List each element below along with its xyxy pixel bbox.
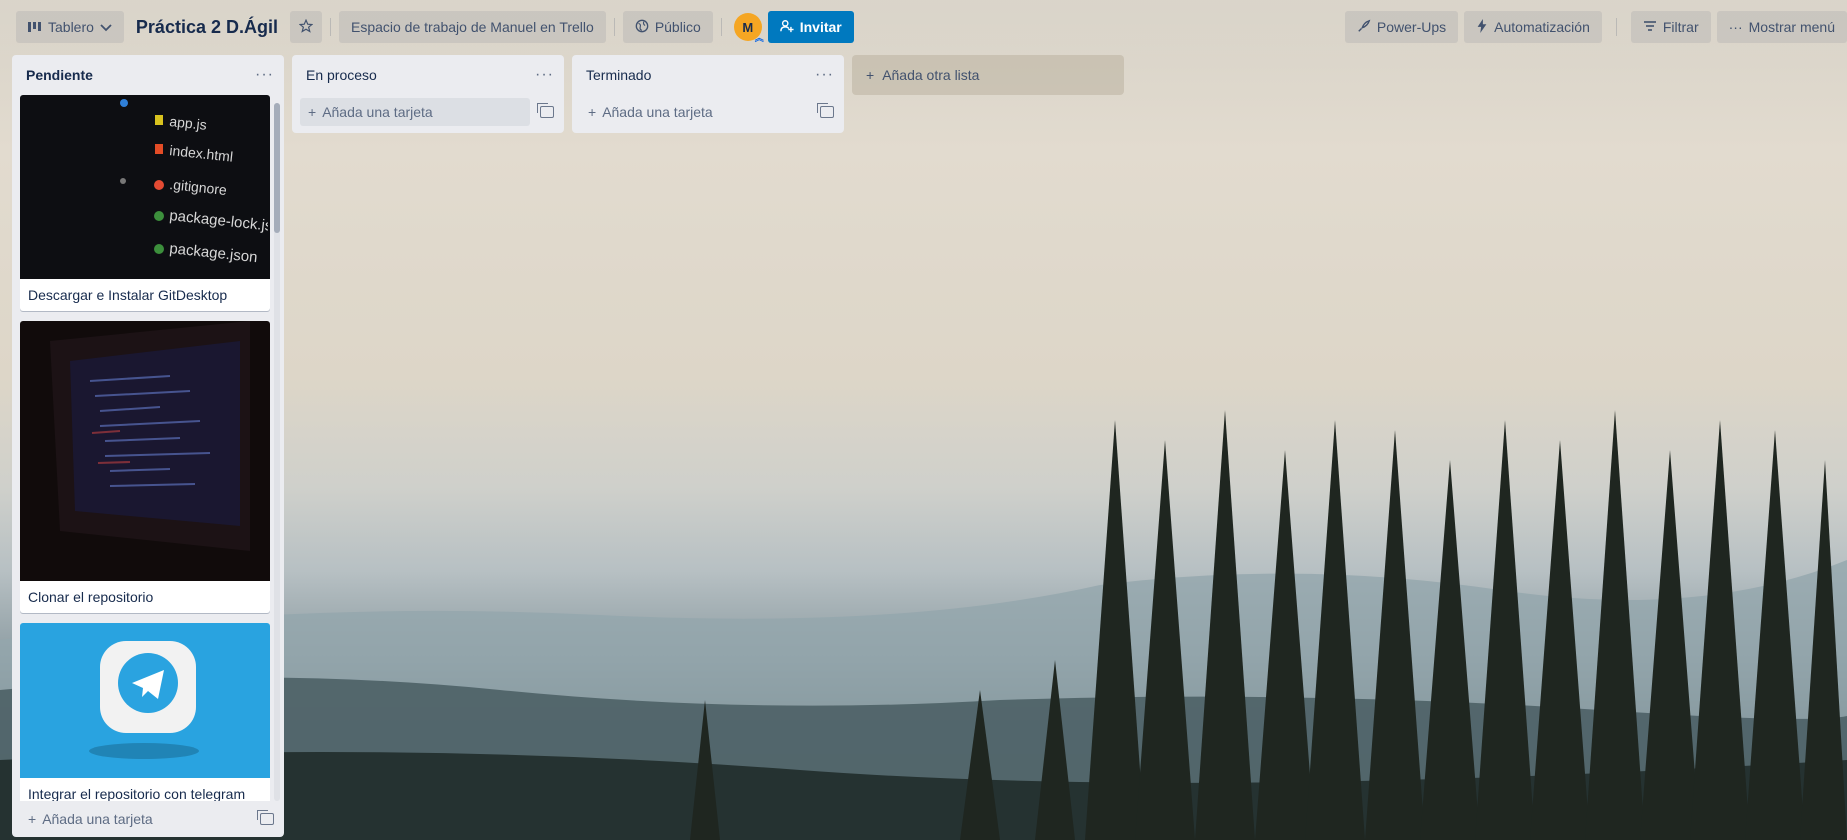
power-ups-button[interactable]: Power-Ups bbox=[1344, 11, 1459, 43]
plus-icon: + bbox=[866, 67, 875, 83]
list-title[interactable]: Terminado bbox=[586, 67, 651, 83]
view-switcher-label: Tablero bbox=[48, 19, 94, 35]
card-cover-image: app.js index.html .gitignore package-loc… bbox=[20, 95, 270, 279]
add-card-label: Añada una tarjeta bbox=[602, 104, 713, 120]
add-list-button[interactable]: + Añada otra lista bbox=[852, 55, 1124, 95]
add-card-button[interactable]: + Añada una tarjeta bbox=[20, 805, 161, 833]
file-name-5: package.json bbox=[169, 240, 259, 266]
card-container: app.js index.html .gitignore package-loc… bbox=[12, 95, 284, 801]
card-cover-image bbox=[20, 623, 270, 778]
divider bbox=[1615, 18, 1617, 36]
card-template-icon[interactable] bbox=[537, 103, 554, 118]
card[interactable]: Clonar el repositorio bbox=[20, 321, 270, 613]
chevron-down-icon bbox=[100, 19, 112, 35]
plus-icon: + bbox=[588, 104, 597, 120]
divider bbox=[720, 18, 722, 36]
divider bbox=[613, 18, 615, 36]
divider bbox=[329, 18, 331, 36]
list-menu-icon[interactable]: ··· bbox=[815, 66, 834, 84]
list-menu-icon[interactable]: ··· bbox=[255, 66, 274, 84]
add-card-row: + Añada una tarjeta bbox=[12, 801, 284, 837]
add-card-label: Añada una tarjeta bbox=[322, 104, 433, 120]
filter-label: Filtrar bbox=[1662, 19, 1699, 35]
board-title[interactable]: Práctica 2 D.Ágil bbox=[124, 17, 290, 38]
add-card-button[interactable]: + Añada una tarjeta bbox=[580, 98, 721, 126]
card-template-icon[interactable] bbox=[817, 103, 834, 118]
scrollbar-thumb[interactable] bbox=[274, 103, 280, 233]
plus-icon: + bbox=[308, 104, 317, 120]
list-scrollbar[interactable] bbox=[274, 103, 280, 801]
plus-icon: + bbox=[28, 811, 37, 827]
list-en-proceso: En proceso ··· + Añada una tarjeta bbox=[292, 55, 564, 133]
list-pendiente: Pendiente ··· app.js index.html .gitigno… bbox=[12, 55, 284, 837]
file-name-3: .gitignore bbox=[169, 176, 228, 198]
rocket-icon bbox=[1357, 19, 1371, 36]
card-title: Clonar el repositorio bbox=[28, 589, 154, 605]
card[interactable]: app.js index.html .gitignore package-loc… bbox=[20, 95, 270, 311]
file-name-1: app.js bbox=[169, 113, 208, 133]
admin-chevron-icon: ︽ bbox=[754, 33, 764, 43]
workspace-button[interactable]: Espacio de trabajo de Manuel en Trello bbox=[338, 11, 606, 43]
list-header[interactable]: Pendiente ··· bbox=[12, 55, 284, 95]
laptop-code-photo bbox=[50, 321, 250, 551]
filter-button[interactable]: Filtrar bbox=[1630, 11, 1711, 43]
globe-icon bbox=[635, 19, 649, 36]
filter-icon bbox=[1643, 19, 1657, 35]
show-menu-label: Mostrar menú bbox=[1748, 19, 1835, 35]
automation-label: Automatización bbox=[1494, 19, 1590, 35]
list-title[interactable]: Pendiente bbox=[26, 67, 93, 83]
invite-label: Invitar bbox=[799, 19, 842, 35]
card-title: Descargar e Instalar GitDesktop bbox=[28, 287, 228, 303]
board-header: Tablero Práctica 2 D.Ágil Espacio de tra… bbox=[0, 0, 1847, 54]
automation-button[interactable]: Automatización bbox=[1464, 11, 1602, 43]
view-switcher-button[interactable]: Tablero bbox=[16, 11, 124, 43]
card[interactable]: Integrar el repositorio con telegram bbox=[20, 623, 270, 801]
list-terminado: Terminado ··· + Añada una tarjeta bbox=[572, 55, 844, 133]
add-card-label: Añada una tarjeta bbox=[42, 811, 153, 827]
power-ups-label: Power-Ups bbox=[1376, 19, 1447, 35]
code-file-tree-photo: app.js index.html .gitignore package-loc… bbox=[120, 99, 270, 266]
avatar-initial: M bbox=[742, 19, 754, 35]
add-card-row: + Añada una tarjeta bbox=[572, 95, 844, 129]
star-icon bbox=[298, 18, 314, 36]
invite-button[interactable]: Invitar bbox=[767, 11, 854, 43]
card-template-icon[interactable] bbox=[257, 810, 274, 825]
add-card-row: + Añada una tarjeta bbox=[292, 95, 564, 129]
list-title[interactable]: En proceso bbox=[306, 67, 377, 83]
visibility-label: Público bbox=[654, 19, 701, 35]
more-dots-icon: ··· bbox=[1728, 19, 1743, 35]
lightning-icon bbox=[1476, 18, 1488, 36]
list-menu-icon[interactable]: ··· bbox=[535, 66, 554, 84]
visibility-button[interactable]: Público bbox=[622, 11, 713, 43]
add-user-icon bbox=[779, 19, 794, 36]
add-list-label: Añada otra lista bbox=[882, 67, 980, 83]
star-button[interactable] bbox=[289, 11, 322, 43]
avatar[interactable]: M ︽ bbox=[733, 13, 764, 43]
card-title: Integrar el repositorio con telegram bbox=[28, 786, 246, 801]
file-name-4: package-lock.json bbox=[169, 207, 268, 236]
board-tools: Power-Ups Automatización Filtrar ··· Mos… bbox=[1344, 11, 1847, 43]
add-card-button[interactable]: + Añada una tarjeta bbox=[300, 98, 530, 126]
list-header[interactable]: En proceso ··· bbox=[292, 55, 564, 95]
telegram-logo-photo bbox=[89, 641, 199, 759]
show-menu-button[interactable]: ··· Mostrar menú bbox=[1716, 11, 1847, 43]
card-cover-image bbox=[20, 321, 270, 581]
board-view-icon bbox=[28, 19, 42, 35]
file-name-2: index.html bbox=[169, 142, 234, 165]
list-header[interactable]: Terminado ··· bbox=[572, 55, 844, 95]
